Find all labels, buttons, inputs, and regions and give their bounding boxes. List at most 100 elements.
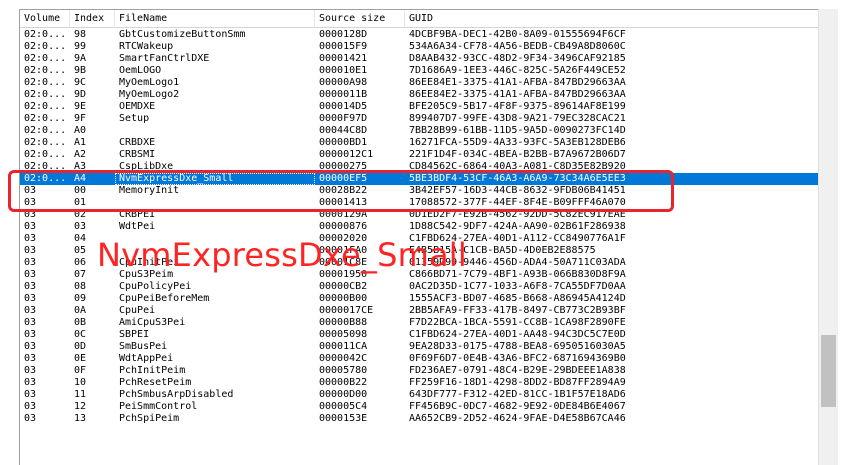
cell-volume: 03	[24, 221, 37, 232]
cell-source-size: 0000042C	[319, 353, 368, 364]
cell-source-size: 000011CA	[319, 341, 368, 352]
table-row[interactable]: 03 01 00001413 17088572-377F-44EF-8F4E-B09F…	[20, 197, 820, 209]
cell-source-size: 00000B88	[319, 317, 368, 328]
cell-volume: 02:0...	[24, 101, 67, 112]
table-row[interactable]: 03 12 PeiSmmControl 000005C4 FF456B9C-0DC7-4…	[20, 401, 820, 413]
cell-source-size: 000014D5	[319, 101, 368, 112]
cell-guid: 01359D99-9446-456D-ADA4-50A711C03ADA	[409, 257, 626, 268]
cell-guid: 86EE84E2-3375-41A1-AFBA-847BD29663AA	[409, 89, 626, 100]
table-row[interactable]: 02:0... A1 CRBDXE 00000BD1 16271FCA-55D9-4A3…	[20, 137, 820, 149]
table-row[interactable]: 03 10 PchResetPeim 00000B22 FF259F16-18D1-42…	[20, 377, 820, 389]
list-rows: 02:0... 98 GbtCustomizeButtonSmm 0000128D 4D…	[20, 29, 820, 425]
cell-index: 9A	[74, 53, 87, 64]
table-row[interactable]: 03 08 CpuPolicyPei 00000CB2 0AC2D35D-1C77-10…	[20, 281, 820, 293]
cell-filename: NvmExpressDxe_Small	[115, 173, 315, 185]
table-row[interactable]: 02:0... 9C MyOemLogo1 00000A98 86EE84E1-3375…	[20, 77, 820, 89]
cell-guid: F7D22BCA-1BCA-5591-CC8B-1CA98F2890FE	[409, 317, 626, 328]
table-row[interactable]: 03 09 CpuPeiBeforeMem 00000B00 1555ACF3-BD07…	[20, 293, 820, 305]
table-row[interactable]: 02:0... 9B OemLOGO 000010E1 7D1686A9-1EE3-44…	[20, 65, 820, 77]
annotation-label: NvmExpressDxe_Small	[97, 236, 467, 274]
cell-source-size: 000005C4	[319, 401, 368, 412]
column-header-volume[interactable]: Volume	[20, 10, 70, 28]
table-row[interactable]: 03 0D SmBusPei 000011CA 9EA28D33-0175-4788-B…	[20, 341, 820, 353]
table-row[interactable]: 03 11 PchSmbusArpDisabled 00000D00 643DF777-…	[20, 389, 820, 401]
cell-guid: 0AC2D35D-1C77-1033-A6F8-7CA55DF7D0AA	[409, 281, 626, 292]
cell-guid: 17088572-377F-44EF-8F4E-B09FFF46A070	[409, 197, 626, 208]
column-header-index[interactable]: Index	[70, 10, 115, 28]
cell-volume: 03	[24, 305, 37, 316]
table-row[interactable]: 02:0... 9F Setup 0000F97D 899407D7-99FE-43D8…	[20, 113, 820, 125]
column-header-source-size[interactable]: Source size	[315, 10, 405, 28]
table-row[interactable]: 03 0A CpuPei 0000017CE 2BB5AFA9-FF33-417B-84…	[20, 305, 820, 317]
cell-filename: MyOemLogo1	[119, 77, 180, 88]
cell-index: 10	[74, 377, 87, 388]
cell-guid: FF259F16-18D1-4298-8DD2-BD87FF2894A9	[409, 377, 626, 388]
vertical-scrollbar[interactable]	[818, 9, 838, 465]
scrollbar-thumb[interactable]	[821, 335, 836, 407]
cell-filename: CspLibDxe	[119, 161, 174, 172]
table-row[interactable]: 02:0... 9E OEMDXE 000014D5 BFE205C9-5B17-4F8…	[20, 101, 820, 113]
cell-volume: 03	[24, 257, 37, 268]
cell-filename: RTCWakeup	[119, 41, 174, 52]
cell-index: 9D	[74, 89, 87, 100]
cell-index: 99	[74, 41, 87, 52]
table-row[interactable]: 03 00 MemoryInit 00028B22 3B42EF57-16D3-44CB…	[20, 185, 820, 197]
cell-source-size: 00001421	[319, 53, 368, 64]
table-row[interactable]: 02:0... A3 CspLibDxe 00000275 CD84562C-6864-…	[20, 161, 820, 173]
cell-source-size: 00000B22	[319, 377, 368, 388]
cell-filename: PchSmbusArpDisabled	[119, 389, 234, 400]
table-row[interactable]: 03 0C SBPEI 00005098 C1FBD624-27EA-40D1-AA48…	[20, 329, 820, 341]
cell-source-size: 00028B22	[319, 185, 368, 196]
cell-guid: 221F1D4F-034C-4BEA-B2BB-B7A9672B06D7	[409, 149, 626, 160]
cell-source-size: 0000F97D	[319, 113, 368, 124]
cell-index: 0E	[74, 353, 87, 364]
cell-guid: 7D1686A9-1EE3-446C-825C-5A26F449CE52	[409, 65, 626, 76]
cell-index: 11	[74, 389, 87, 400]
table-row[interactable]: 02:0... 9D MyOemLogo2 0000011B 86EE84E2-3375…	[20, 89, 820, 101]
cell-source-size: 00000275	[319, 161, 368, 172]
cell-volume: 02:0...	[24, 173, 67, 184]
cell-volume: 03	[24, 245, 37, 256]
cell-guid: 4DCBF9BA-DEC1-42B0-8A09-01555694F6CF	[409, 29, 626, 40]
cell-index: 01	[74, 197, 87, 208]
cell-index: 9E	[74, 101, 87, 112]
table-row[interactable]: 02:0... A4 NvmExpressDxe_Small 00000EF5 5BE3…	[20, 173, 820, 185]
table-row[interactable]: 03 0E WdtAppPei 0000042C 0F69F6D7-0E4B-43A6-…	[20, 353, 820, 365]
cell-source-size: 0000153E	[319, 413, 368, 424]
cell-index: A1	[74, 137, 87, 148]
cell-index: 9C	[74, 77, 87, 88]
cell-filename: CpuPeiBeforeMem	[119, 293, 210, 304]
cell-filename: CRBSMI	[119, 149, 156, 160]
column-header-guid[interactable]: GUID	[405, 10, 820, 28]
cell-volume: 03	[24, 293, 37, 304]
cell-filename: OemLOGO	[119, 65, 162, 76]
cell-index: 12	[74, 401, 87, 412]
cell-index: 00	[74, 185, 87, 196]
table-row[interactable]: 03 0F PchInitPeim 00005780 FD236AE7-0791-48C…	[20, 365, 820, 377]
table-row[interactable]: 03 02 CRBPEI 0000129A 0D1ED2F7-E92B-4562-92D…	[20, 209, 820, 221]
cell-filename	[115, 197, 315, 209]
cell-guid: AA652CB9-2D52-4624-9FAE-D4E58B67CA46	[409, 413, 626, 424]
cell-source-size: 00000CB2	[319, 281, 368, 292]
table-row[interactable]: 03 03 WdtPei 00000876 1D88C542-9DF7-424A-AA9…	[20, 221, 820, 233]
cell-source-size: 00005098	[319, 329, 368, 340]
cell-filename: MyOemLogo2	[119, 89, 180, 100]
cell-volume: 03	[24, 329, 37, 340]
table-row[interactable]: 03 0B AmiCpuS3Pei 00000B88 F7D22BCA-1BCA-559…	[20, 317, 820, 329]
table-row[interactable]: 02:0... 98 GbtCustomizeButtonSmm 0000128D 4D…	[20, 29, 820, 41]
table-row[interactable]: 02:0... A2 CRBSMI 0000012C1 221F1D4F-034C-4B…	[20, 149, 820, 161]
cell-guid: BFE205C9-5B17-4F8F-9375-89614AF8E199	[409, 101, 626, 112]
cell-volume: 03	[24, 269, 37, 280]
table-row[interactable]: 02:0... A0 00044C8D 7BB28B99-61BB-11D5-9A5D…	[20, 125, 820, 137]
table-row[interactable]: 02:0... 9A SmartFanCtrlDXE 00001421 D8AAB432…	[20, 53, 820, 65]
cell-index: 9B	[74, 65, 87, 76]
cell-volume: 03	[24, 185, 37, 196]
cell-filename: PchSpiPeim	[119, 413, 180, 424]
cell-filename: OEMDXE	[119, 101, 156, 112]
table-row[interactable]: 02:0... 99 RTCWakeup 000015F9 534A6A34-CF78-…	[20, 41, 820, 53]
cell-index: 0D	[74, 341, 87, 352]
table-row[interactable]: 03 13 PchSpiPeim 0000153E AA652CB9-2D52-4624…	[20, 413, 820, 425]
column-header-filename[interactable]: FileName	[115, 10, 315, 28]
cell-filename: CRBDXE	[119, 137, 156, 148]
cell-volume: 03	[24, 317, 37, 328]
